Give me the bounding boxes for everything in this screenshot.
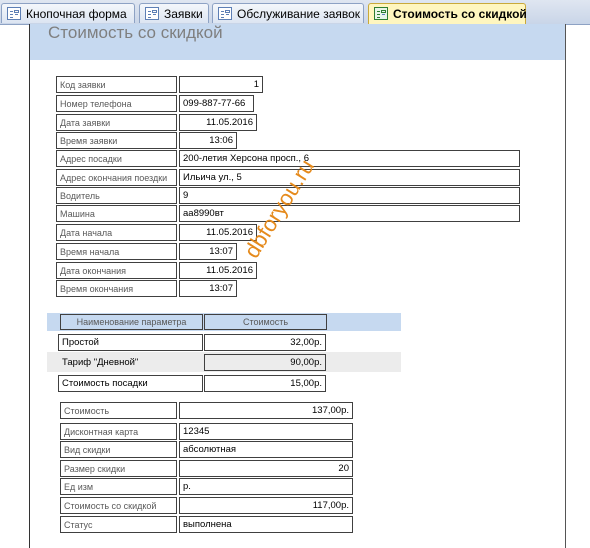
field-label-vremya-nachala: Время начала xyxy=(56,243,177,260)
summary-value-stoimost: 137,00р. xyxy=(179,402,353,419)
params-row-cost: 15,00р. xyxy=(204,375,326,392)
field-value-mashina: аа8990вт xyxy=(179,205,520,222)
form-icon xyxy=(218,7,232,20)
field-label-data-zayavki: Дата заявки xyxy=(56,114,177,131)
tab-label: Стоимость со скидкой xyxy=(393,7,527,21)
form-icon xyxy=(145,7,159,20)
params-row-cost: 90,00р. xyxy=(204,354,326,371)
tab-label: Обслуживание заявок xyxy=(237,7,361,21)
report-icon xyxy=(374,7,388,20)
summary-label-ed-izm: Ед изм xyxy=(60,478,177,495)
field-value-data-zayavki: 11.05.2016 xyxy=(179,114,257,131)
field-value-data-okonchaniya: 11.05.2016 xyxy=(179,262,257,279)
params-row-cost: 32,00р. xyxy=(204,334,326,351)
tab-stoimost-so-skidkoy[interactable]: Стоимость со скидкой xyxy=(368,3,527,24)
summary-value-vid-skidki: абсолютная xyxy=(179,441,353,458)
tab-zayavki[interactable]: Заявки xyxy=(139,3,209,23)
field-value-voditel: 9 xyxy=(179,187,520,204)
field-label-adres-posadki: Адрес посадки xyxy=(56,150,177,167)
summary-value-ed-izm: р. xyxy=(179,478,353,495)
summary-value-status: выполнена xyxy=(179,516,353,533)
summary-value-diskontnaya-karta: 12345 xyxy=(179,423,353,440)
summary-value-stoimost-so-skidkoy: 117,00р. xyxy=(179,497,353,514)
params-row-name: Стоимость посадки xyxy=(58,375,203,392)
field-label-voditel: Водитель xyxy=(56,187,177,204)
field-value-kod-zayavki: 1 xyxy=(179,76,263,93)
summary-label-razmer-skidki: Размер скидки xyxy=(60,460,177,477)
params-row-name: Простой xyxy=(58,334,203,351)
field-label-data-nachala: Дата начала xyxy=(56,224,177,241)
params-row-name: Тариф "Дневной" xyxy=(62,357,139,368)
report-title: Стоимость со скидкой xyxy=(48,23,223,42)
field-value-vremya-zayavki: 13:06 xyxy=(179,132,237,149)
tab-knopochnaya-forma[interactable]: Кнопочная форма xyxy=(1,3,135,23)
field-label-vremya-zayavki: Время заявки xyxy=(56,132,177,149)
summary-label-stoimost-so-skidkoy: Стоимость со скидкой xyxy=(60,497,177,514)
field-label-kod-zayavki: Код заявки xyxy=(56,76,177,93)
summary-label-vid-skidki: Вид скидки xyxy=(60,441,177,458)
tab-label: Заявки xyxy=(164,7,203,21)
summary-value-razmer-skidki: 20 xyxy=(179,460,353,477)
page-border-left xyxy=(29,24,30,548)
field-label-vremya-okonchaniya: Время окончания xyxy=(56,280,177,297)
field-value-adres-posadki: 200-летия Херсона просп., 6 xyxy=(179,150,520,167)
field-value-adres-okonchaniya: Ильича ул., 5 xyxy=(179,169,520,186)
page-border-right xyxy=(565,24,566,548)
summary-label-status: Статус xyxy=(60,516,177,533)
field-value-vremya-nachala: 13:07 xyxy=(179,243,237,260)
field-value-vremya-okonchaniya: 13:07 xyxy=(179,280,237,297)
field-value-nomer-telefona: 099-887-77-66 xyxy=(179,95,254,112)
field-label-data-okonchaniya: Дата окончания xyxy=(56,262,177,279)
summary-label-stoimost: Стоимость xyxy=(60,402,177,419)
form-icon xyxy=(7,7,21,20)
tab-obsluzhivanie-zayavok[interactable]: Обслуживание заявок xyxy=(212,3,364,23)
params-header-cost: Стоимость xyxy=(204,314,327,330)
tab-label: Кнопочная форма xyxy=(26,7,127,21)
params-header-name: Наименование параметра xyxy=(60,314,203,330)
field-label-mashina: Машина xyxy=(56,205,177,222)
document-tab-bar: Кнопочная форма Заявки Обслуживание заяв… xyxy=(0,0,590,25)
summary-label-diskontnaya-karta: Дисконтная карта xyxy=(60,423,177,440)
field-label-nomer-telefona: Номер телефона xyxy=(56,95,177,112)
field-label-adres-okonchaniya: Адрес окончания поездки xyxy=(56,169,177,186)
